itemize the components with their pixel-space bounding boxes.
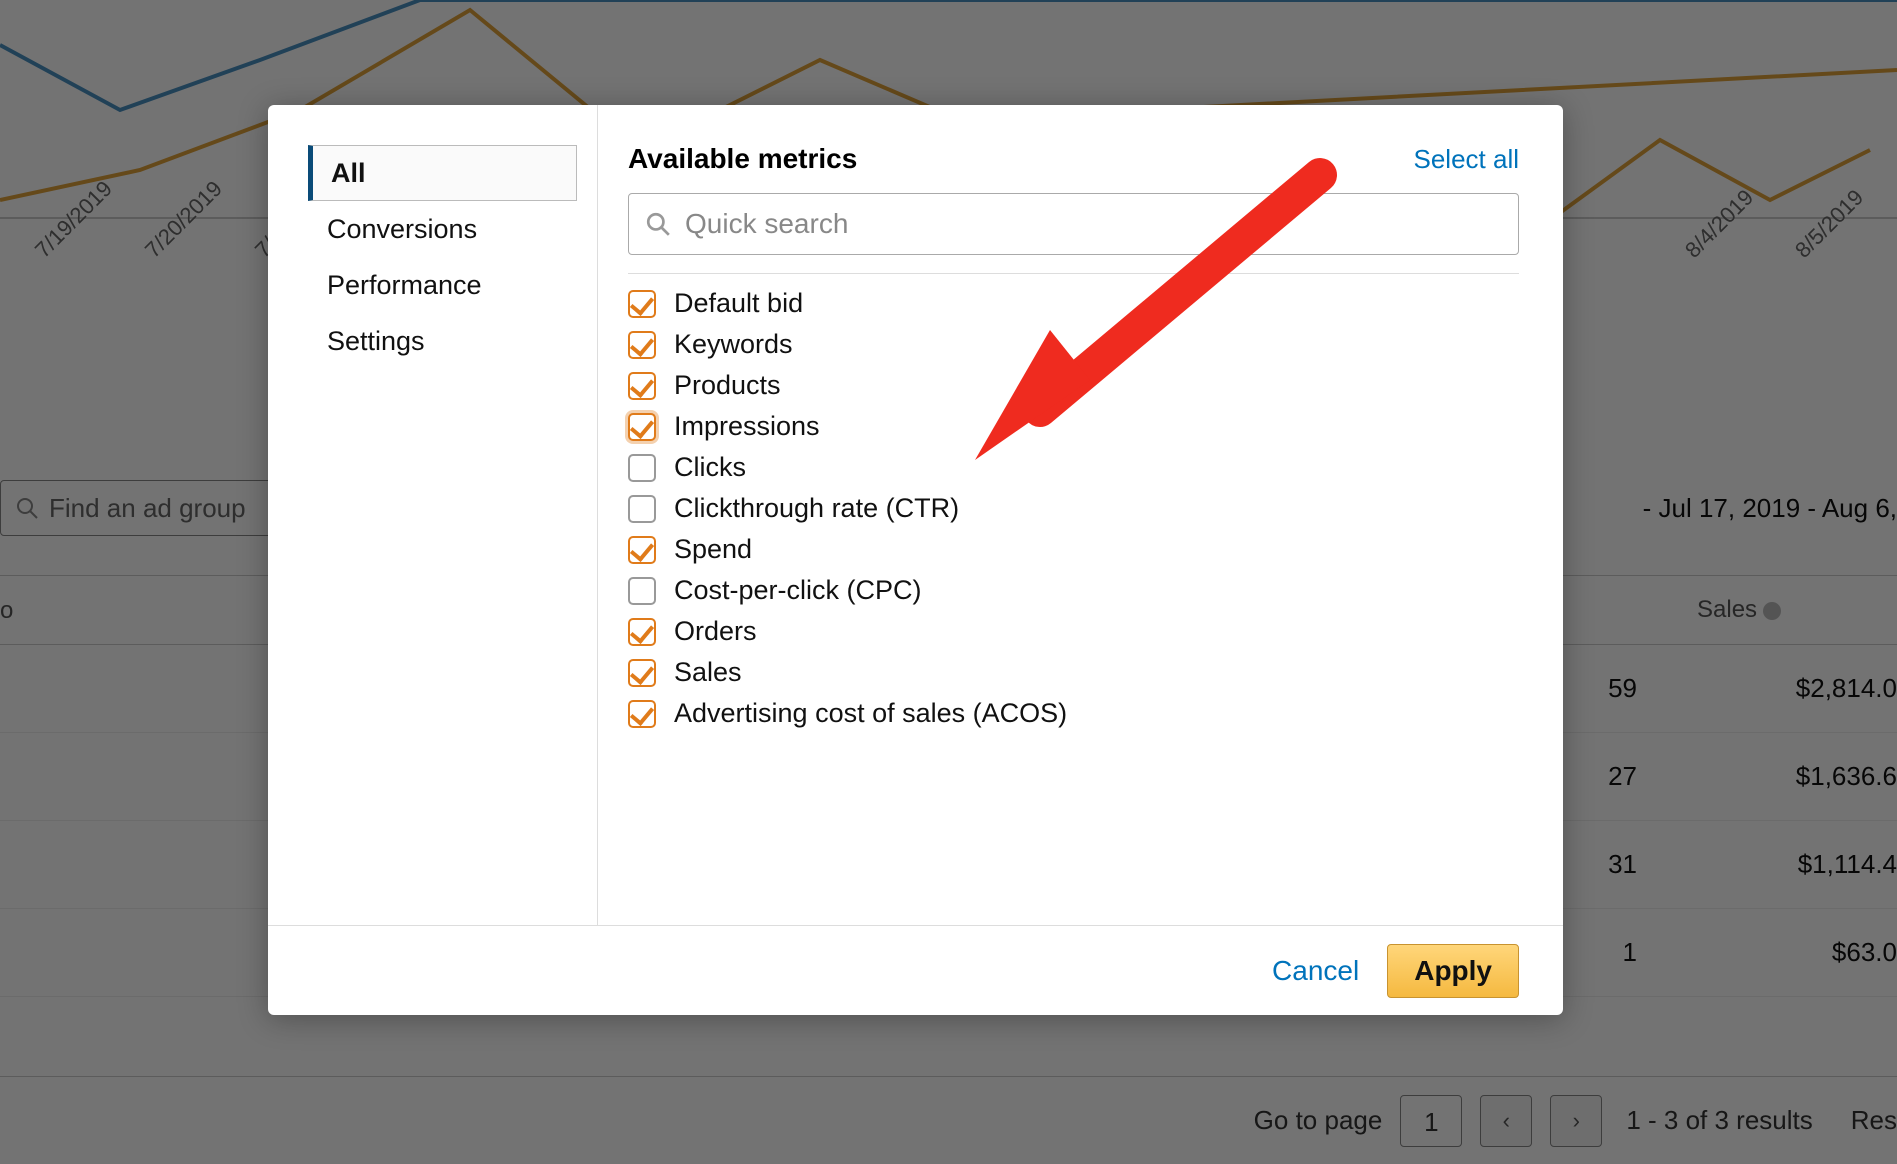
metric-row[interactable]: Advertising cost of sales (ACOS) xyxy=(628,698,1519,729)
metric-label: Impressions xyxy=(674,411,820,442)
metric-label: Products xyxy=(674,370,781,401)
metric-row[interactable]: Default bid xyxy=(628,288,1519,319)
apply-button[interactable]: Apply xyxy=(1387,944,1519,998)
metric-search-input[interactable]: Quick search xyxy=(628,193,1519,255)
metric-row[interactable]: Orders xyxy=(628,616,1519,647)
divider xyxy=(628,273,1519,274)
category-sidebar: All Conversions Performance Settings xyxy=(268,105,598,925)
metric-checkbox[interactable] xyxy=(628,331,656,359)
metric-row[interactable]: Sales xyxy=(628,657,1519,688)
metric-list: Default bid Keywords Products Impressions Cl… xyxy=(628,288,1519,729)
metric-checkbox[interactable] xyxy=(628,290,656,318)
metric-checkbox[interactable] xyxy=(628,495,656,523)
metric-checkbox[interactable] xyxy=(628,536,656,564)
metric-checkbox[interactable] xyxy=(628,454,656,482)
metric-checkbox[interactable] xyxy=(628,577,656,605)
tab-settings[interactable]: Settings xyxy=(308,313,577,369)
metric-checkbox[interactable] xyxy=(628,700,656,728)
select-all-link[interactable]: Select all xyxy=(1414,144,1520,175)
metric-checkbox[interactable] xyxy=(628,618,656,646)
metric-label: Spend xyxy=(674,534,752,565)
metric-label: Clickthrough rate (CTR) xyxy=(674,493,959,524)
metric-label: Default bid xyxy=(674,288,803,319)
search-icon xyxy=(645,211,671,237)
metric-row[interactable]: Clickthrough rate (CTR) xyxy=(628,493,1519,524)
metric-checkbox[interactable] xyxy=(628,372,656,400)
metric-checkbox[interactable] xyxy=(628,413,656,441)
metric-label: Clicks xyxy=(674,452,746,483)
metric-label: Cost-per-click (CPC) xyxy=(674,575,922,606)
metric-row[interactable]: Products xyxy=(628,370,1519,401)
metric-checkbox[interactable] xyxy=(628,659,656,687)
tab-all[interactable]: All xyxy=(308,145,577,201)
dialog-footer: Cancel Apply xyxy=(268,925,1563,1015)
metric-row[interactable]: Clicks xyxy=(628,452,1519,483)
metric-label: Sales xyxy=(674,657,742,688)
metric-row[interactable]: Cost-per-click (CPC) xyxy=(628,575,1519,606)
metric-label: Keywords xyxy=(674,329,793,360)
metric-label: Orders xyxy=(674,616,757,647)
metric-row[interactable]: Keywords xyxy=(628,329,1519,360)
tab-performance[interactable]: Performance xyxy=(308,257,577,313)
dialog-heading: Available metrics xyxy=(628,143,857,175)
metrics-selector-dialog: All Conversions Performance Settings Ava… xyxy=(268,105,1563,1015)
metric-row[interactable]: Impressions xyxy=(628,411,1519,442)
cancel-button[interactable]: Cancel xyxy=(1272,955,1359,987)
tab-conversions[interactable]: Conversions xyxy=(308,201,577,257)
metric-label: Advertising cost of sales (ACOS) xyxy=(674,698,1067,729)
search-placeholder: Quick search xyxy=(685,208,848,240)
metric-row[interactable]: Spend xyxy=(628,534,1519,565)
